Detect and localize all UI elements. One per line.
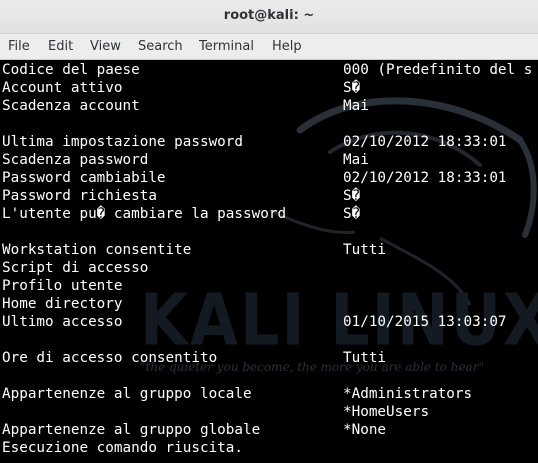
- field-label: Profilo utente: [2, 278, 123, 294]
- terminal-line: L'utente pu� cambiare la password S�: [2, 205, 538, 223]
- field-label: Codice del paese: [2, 62, 140, 78]
- field-label: Appartenenze al gruppo globale: [2, 422, 261, 438]
- field-value: S�: [343, 206, 361, 222]
- menu-file[interactable]: File: [8, 39, 30, 54]
- terminal-line: Scadenza password Mai: [2, 151, 538, 169]
- terminal-line: Codice del paese 000 (Predefinito del s: [2, 61, 538, 79]
- field-value: S�: [343, 80, 361, 96]
- terminal-window: root@kali: ~ File Edit View Search Termi…: [0, 0, 538, 463]
- field-value: *HomeUsers: [343, 404, 430, 420]
- title-bar[interactable]: root@kali: ~: [0, 0, 538, 34]
- terminal-line: Home directory: [2, 295, 538, 313]
- terminal-line: Account attivo S�: [2, 79, 538, 97]
- field-label: Workstation consentite: [2, 242, 192, 258]
- field-label: Appartenenze al gruppo locale: [2, 386, 252, 402]
- window-title: root@kali: ~: [223, 8, 315, 23]
- menu-terminal[interactable]: Terminal: [199, 39, 254, 54]
- menu-bar: File Edit View Search Terminal Help: [0, 34, 538, 60]
- menu-view[interactable]: View: [90, 39, 121, 54]
- field-value: Tutti: [343, 242, 387, 258]
- terminal-line: Scadenza account Mai: [2, 97, 538, 115]
- terminal-line: Ore di accesso consentito Tutti: [2, 349, 538, 367]
- terminal-output[interactable]: KALI LINUX "the quieter you become, the …: [0, 60, 538, 463]
- terminal-line: Workstation consentite Tutti: [2, 241, 538, 259]
- terminal-line: Appartenenze al gruppo locale *Administra…: [2, 385, 538, 403]
- field-value: 01/10/2015 13:03:07: [343, 314, 507, 330]
- menu-search[interactable]: Search: [138, 39, 183, 54]
- field-label: Scadenza password: [2, 152, 149, 168]
- terminal-line: Esecuzione comando riuscita.: [2, 439, 538, 457]
- field-value: Mai: [343, 98, 369, 114]
- field-value: *None: [343, 422, 387, 438]
- field-value: 02/10/2012 18:33:01: [343, 134, 507, 150]
- field-label: Password cambiabile: [2, 170, 166, 186]
- field-label: Password richiesta: [2, 188, 157, 204]
- terminal-line: Script di accesso: [2, 259, 538, 277]
- terminal-line: Ultimo accesso 01/10/2015 13:03:07: [2, 313, 538, 331]
- field-value: 02/10/2012 18:33:01: [343, 170, 507, 186]
- field-label: Account attivo: [2, 80, 123, 96]
- field-value: Tutti: [343, 350, 387, 366]
- field-value: S�: [343, 188, 361, 204]
- field-label: Home directory: [2, 296, 123, 312]
- field-value: 000 (Predefinito del s: [343, 62, 533, 78]
- field-label: L'utente pu� cambiare la password: [2, 206, 287, 222]
- field-label: Ultima impostazione password: [2, 134, 244, 150]
- terminal-line: Ultima impostazione password 02/10/2012 1…: [2, 133, 538, 151]
- field-label: Script di accesso: [2, 260, 149, 276]
- terminal-line: Password cambiabile 02/10/2012 18:33:01: [2, 169, 538, 187]
- terminal-lines: Codice del paese 000 (Predefinito del s A…: [2, 61, 538, 457]
- menu-help[interactable]: Help: [272, 39, 302, 54]
- terminal-line: Profilo utente: [2, 277, 538, 295]
- field-label: Ore di accesso consentito: [2, 350, 218, 366]
- terminal-line: Appartenenze al gruppo globale *None: [2, 421, 538, 439]
- field-label: Scadenza account: [2, 98, 140, 114]
- field-value: Mai: [343, 152, 369, 168]
- terminal-line: *HomeUsers: [2, 403, 538, 421]
- field-label: Ultimo accesso: [2, 314, 123, 330]
- field-value: *Administrators: [343, 386, 473, 402]
- field-label: Esecuzione comando riuscita.: [2, 440, 244, 456]
- terminal-line: Password richiesta S�: [2, 187, 538, 205]
- menu-edit[interactable]: Edit: [48, 39, 73, 54]
